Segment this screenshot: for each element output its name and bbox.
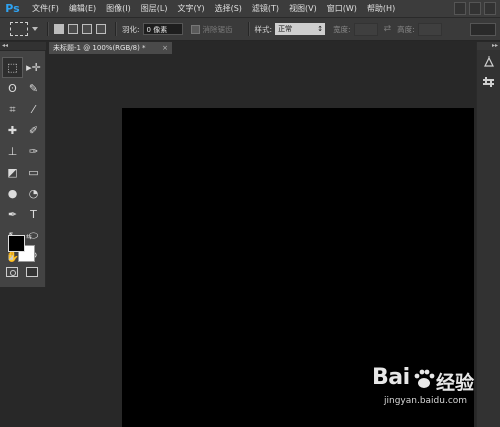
close-window-button[interactable]	[484, 2, 496, 15]
pen-tool-icon: ✒	[7, 208, 18, 221]
tool-presets-icon[interactable]	[479, 73, 498, 90]
document-tab[interactable]: 未标题-1 @ 100%(RGB/8) * ×	[49, 42, 172, 54]
photoshop-logo-icon: Ps	[5, 2, 20, 15]
gradient-tool-icon: ▭	[28, 166, 39, 179]
eyedropper-tool-icon: ⁄	[32, 103, 35, 116]
menu-file[interactable]: 文件(F)	[27, 3, 64, 14]
tools-panel: ⬚▸✛ʘ✎⌗⁄✚✐⊥✑◩▭●◔✒T↖⬭✋⚲ ⇆ ◪	[0, 51, 46, 287]
height-label: 高度:	[397, 24, 415, 34]
width-label: 宽度:	[333, 24, 351, 34]
minimize-button[interactable]	[454, 2, 466, 15]
baidu-jingyan-watermark: Bai 经验 jingyan.baidu.com	[372, 365, 492, 420]
menu-type[interactable]: 文字(Y)	[172, 3, 209, 14]
type-tool-icon: T	[30, 208, 37, 221]
move-tool-icon: ▸✛	[26, 61, 41, 74]
swap-colors-icon[interactable]: ⇆	[26, 233, 32, 241]
toolbar-collapse[interactable]: ◂◂	[0, 42, 46, 50]
move-tool-button[interactable]: ▸✛	[23, 57, 44, 78]
chevron-down-icon[interactable]	[32, 27, 38, 31]
document-tab-title: 未标题-1 @ 100%(RGB/8) *	[53, 44, 146, 52]
feather-input[interactable]: 0 像素	[142, 23, 183, 35]
panel-collapse[interactable]: ▸▸	[477, 42, 500, 50]
workspace-switcher[interactable]	[470, 23, 496, 36]
feather-label: 羽化:	[122, 24, 140, 34]
watermark-url: jingyan.baidu.com	[384, 396, 468, 406]
eraser-tool-icon: ◩	[7, 166, 18, 179]
width-input[interactable]	[353, 22, 378, 36]
tool-preset-icon[interactable]	[10, 22, 28, 36]
crop-tool-icon: ⌗	[9, 102, 16, 116]
menu-image[interactable]: 图像(I)	[101, 3, 136, 14]
maximize-button[interactable]	[469, 2, 481, 15]
menu-edit[interactable]: 编辑(E)	[64, 3, 101, 14]
divider	[47, 22, 49, 36]
blur-tool-icon: ●	[7, 187, 18, 200]
menu-select[interactable]: 选择(S)	[210, 3, 247, 14]
screen-mode-button[interactable]	[26, 267, 38, 277]
brush-preset-icon[interactable]	[479, 53, 498, 70]
add-selection-button[interactable]	[68, 24, 78, 34]
eraser-tool-button[interactable]: ◩	[2, 162, 23, 183]
options-bar: 羽化: 0 像素 消除锯齿 样式: 正常 宽度: ⇄ 高度:	[0, 18, 500, 41]
foreground-color-swatch[interactable]	[8, 235, 25, 252]
dodge-tool-icon: ◔	[28, 187, 39, 200]
menu-bar: Ps 文件(F) 编辑(E) 图像(I) 图层(L) 文字(Y) 选择(S) 滤…	[0, 0, 500, 18]
menu-view[interactable]: 视图(V)	[284, 3, 322, 14]
color-swatches: ⇆ ◪	[8, 233, 38, 263]
dodge-tool-button[interactable]: ◔	[23, 183, 44, 204]
watermark-cn-text: 经验	[436, 372, 475, 394]
height-input[interactable]	[417, 22, 442, 36]
blur-tool-button[interactable]: ●	[2, 183, 23, 204]
style-select[interactable]: 正常	[275, 23, 326, 35]
menu-layer[interactable]: 图层(L)	[136, 3, 173, 14]
menu-window[interactable]: 窗口(W)	[322, 3, 362, 14]
menu-help[interactable]: 帮助(H)	[362, 3, 400, 14]
brush-tool-icon: ✐	[28, 124, 39, 137]
divider	[247, 22, 250, 36]
lasso-tool-icon: ʘ	[8, 82, 17, 95]
healing-brush-tool-icon: ✚	[7, 124, 18, 137]
quick-selection-tool-button[interactable]: ✎	[23, 78, 44, 99]
clone-stamp-tool-icon: ⊥	[7, 145, 18, 158]
healing-brush-tool-button[interactable]: ✚	[2, 120, 23, 141]
menu-filter[interactable]: 滤镜(T)	[247, 3, 284, 14]
new-selection-button[interactable]	[54, 24, 64, 34]
antialias-checkbox[interactable]	[190, 24, 200, 34]
divider	[115, 22, 117, 36]
antialias-label: 消除锯齿	[202, 24, 233, 34]
watermark-logo-text: Bai	[372, 365, 410, 390]
brush-tool-button[interactable]: ✐	[23, 120, 44, 141]
crop-tool-button[interactable]: ⌗	[2, 99, 23, 120]
window-controls	[454, 2, 496, 15]
swap-width-height-icon[interactable]: ⇄	[384, 24, 392, 34]
gradient-tool-button[interactable]: ▭	[23, 162, 44, 183]
clone-stamp-tool-button[interactable]: ⊥	[2, 141, 23, 162]
style-label: 样式:	[254, 24, 273, 34]
subtract-selection-button[interactable]	[82, 24, 92, 34]
marquee-tool-icon: ⬚	[7, 61, 18, 74]
marquee-tool-button[interactable]: ⬚	[2, 57, 23, 78]
quick-mask-button[interactable]	[6, 267, 18, 277]
type-tool-button[interactable]: T	[23, 204, 44, 225]
eyedropper-tool-button[interactable]: ⁄	[23, 99, 44, 120]
pen-tool-button[interactable]: ✒	[2, 204, 23, 225]
history-brush-tool-button[interactable]: ✑	[23, 141, 44, 162]
history-brush-tool-icon: ✑	[28, 145, 39, 158]
baidu-paw-icon	[414, 369, 435, 388]
intersect-selection-button[interactable]	[96, 24, 106, 34]
quick-selection-tool-icon: ✎	[28, 82, 39, 95]
default-colors-icon[interactable]: ◪	[8, 254, 14, 261]
lasso-tool-button[interactable]: ʘ	[2, 78, 23, 99]
close-icon[interactable]: ×	[162, 42, 168, 54]
